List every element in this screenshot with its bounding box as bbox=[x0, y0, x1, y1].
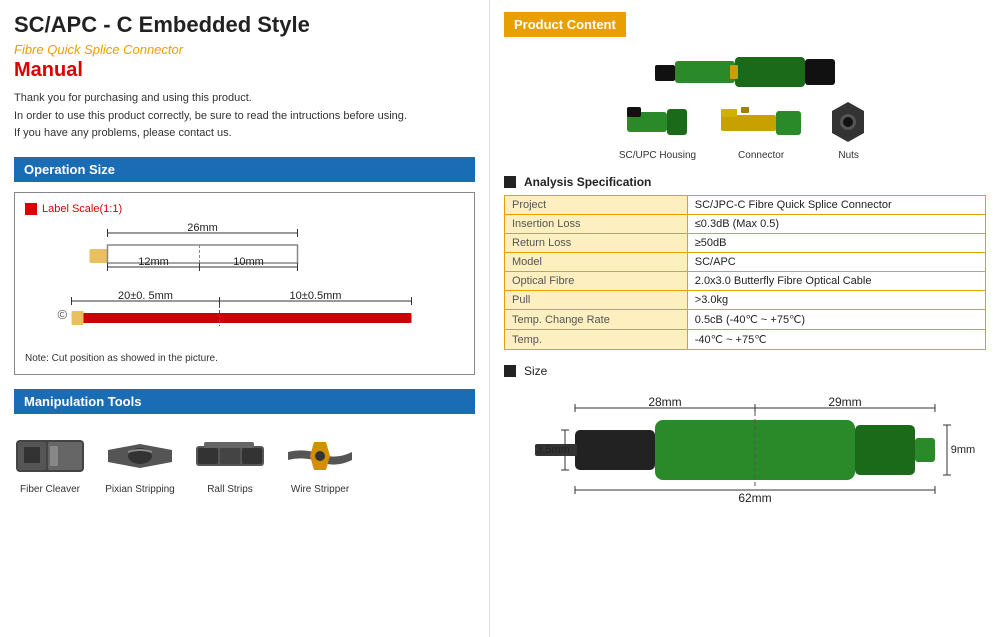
svg-text:12mm: 12mm bbox=[138, 256, 169, 268]
spec-row-4: Optical Fibre 2.0x3.0 Butterfly Fibre Op… bbox=[505, 272, 986, 291]
dim-bottom-diagram: © 20±0. 5mm 10±0.5mm bbox=[35, 289, 454, 347]
size-diagram: 28mm 29mm 3.5mm 9mm bbox=[504, 390, 986, 510]
part-item-housing: SC/UPC Housing bbox=[619, 97, 696, 161]
svg-text:20±0. 5mm: 20±0. 5mm bbox=[118, 290, 173, 302]
fiber-cleaver-icon bbox=[14, 432, 86, 480]
intro-line-2: In order to use this product correctly, … bbox=[14, 110, 407, 122]
assembled-connector-image bbox=[645, 47, 845, 97]
spec-table: Project SC/JPC-C Fibre Quick Splice Conn… bbox=[504, 195, 986, 350]
housing-image bbox=[622, 97, 692, 147]
label-scale-row: Label Scale(1:1) bbox=[25, 203, 464, 215]
spec-key-5: Pull bbox=[505, 291, 688, 310]
label-scale-square bbox=[25, 203, 37, 215]
tool-item-cleaver: Fiber Cleaver bbox=[14, 432, 86, 495]
spec-key-2: Return Loss bbox=[505, 234, 688, 253]
nuts-image bbox=[826, 97, 871, 147]
spec-val-2: ≥50dB bbox=[687, 234, 985, 253]
intro-line-1: Thank you for purchasing and using this … bbox=[14, 92, 252, 104]
svg-text:26mm: 26mm bbox=[187, 222, 218, 234]
svg-text:62mm: 62mm bbox=[738, 491, 771, 505]
spec-key-6: Temp. Change Rate bbox=[505, 310, 688, 330]
spec-val-6: 0.5cB (-40℃ ~ +75℃) bbox=[687, 310, 985, 330]
manipulation-tools-header: Manipulation Tools bbox=[14, 389, 475, 414]
size-black-square bbox=[504, 365, 516, 377]
part-item-connector: Connector bbox=[716, 97, 806, 161]
size-header: Size bbox=[504, 364, 986, 378]
spec-row-5: Pull >3.0kg bbox=[505, 291, 986, 310]
svg-text:28mm: 28mm bbox=[648, 395, 681, 409]
parts-row: SC/UPC Housing Connector bbox=[619, 97, 871, 161]
size-label: Size bbox=[524, 364, 547, 378]
pixian-stripping-icon bbox=[104, 432, 176, 480]
analysis-black-square bbox=[504, 176, 516, 188]
wire-stripper-icon bbox=[284, 432, 356, 480]
part-label-housing: SC/UPC Housing bbox=[619, 150, 696, 161]
spec-key-3: Model bbox=[505, 253, 688, 272]
spec-val-1: ≤0.3dB (Max 0.5) bbox=[687, 215, 985, 234]
tools-row: Fiber Cleaver Pixian Stripping bbox=[14, 432, 475, 495]
part-label-nuts: Nuts bbox=[838, 150, 859, 161]
svg-text:10mm: 10mm bbox=[233, 256, 264, 268]
main-title: SC/APC - C Embedded Style bbox=[14, 12, 475, 38]
part-label-connector: Connector bbox=[738, 150, 784, 161]
analysis-header: Analysis Specification bbox=[504, 175, 986, 189]
spec-val-7: -40℃ ~ +75℃ bbox=[687, 330, 985, 350]
product-images: SC/UPC Housing Connector bbox=[504, 47, 986, 165]
spec-row-6: Temp. Change Rate 0.5cB (-40℃ ~ +75℃) bbox=[505, 310, 986, 330]
svg-text:10±0.5mm: 10±0.5mm bbox=[290, 290, 342, 302]
spec-key-4: Optical Fibre bbox=[505, 272, 688, 291]
product-content-header: Product Content bbox=[504, 12, 626, 37]
spec-row-7: Temp. -40℃ ~ +75℃ bbox=[505, 330, 986, 350]
spec-key-0: Project bbox=[505, 196, 688, 215]
spec-key-1: Insertion Loss bbox=[505, 215, 688, 234]
rall-strips-icon bbox=[194, 432, 266, 480]
tool-item-stripping: Pixian Stripping bbox=[104, 432, 176, 495]
spec-row-0: Project SC/JPC-C Fibre Quick Splice Conn… bbox=[505, 196, 986, 215]
part-item-nuts: Nuts bbox=[826, 97, 871, 161]
svg-text:9mm: 9mm bbox=[951, 444, 975, 456]
svg-text:©: © bbox=[58, 307, 68, 322]
spec-val-5: >3.0kg bbox=[687, 291, 985, 310]
tool-label-rall: Rall Strips bbox=[207, 484, 253, 495]
tool-item-stripper: Wire Stripper bbox=[284, 432, 356, 495]
operation-box: Label Scale(1:1) 26mm 12mm bbox=[14, 192, 475, 375]
note-text: Note: Cut position as showed in the pict… bbox=[25, 353, 464, 364]
svg-text:29mm: 29mm bbox=[828, 395, 861, 409]
dim-top-diagram: 26mm 12mm 10mm bbox=[55, 221, 444, 281]
subtitle-manual: Manual bbox=[14, 59, 475, 82]
tool-label-stripping: Pixian Stripping bbox=[105, 484, 174, 495]
analysis-section: Analysis Specification Project SC/JPC-C … bbox=[504, 175, 986, 350]
connector-image bbox=[716, 97, 806, 147]
svg-text:3.5mm: 3.5mm bbox=[536, 444, 570, 456]
operation-size-header: Operation Size bbox=[14, 157, 475, 182]
spec-key-7: Temp. bbox=[505, 330, 688, 350]
tool-item-rall: Rall Strips bbox=[194, 432, 266, 495]
spec-row-2: Return Loss ≥50dB bbox=[505, 234, 986, 253]
subtitle-italic: Fibre Quick Splice Connector bbox=[14, 42, 475, 57]
spec-row-3: Model SC/APC bbox=[505, 253, 986, 272]
intro-line-3: If you have any problems, please contact… bbox=[14, 127, 232, 139]
spec-val-3: SC/APC bbox=[687, 253, 985, 272]
analysis-label: Analysis Specification bbox=[524, 175, 651, 189]
spec-val-4: 2.0x3.0 Butterfly Fibre Optical Cable bbox=[687, 272, 985, 291]
size-section: Size 28mm 29mm bbox=[504, 364, 986, 513]
spec-val-0: SC/JPC-C Fibre Quick Splice Connector bbox=[687, 196, 985, 215]
spec-row-1: Insertion Loss ≤0.3dB (Max 0.5) bbox=[505, 215, 986, 234]
label-scale-text: Label Scale(1:1) bbox=[42, 203, 122, 215]
tool-label-stripper: Wire Stripper bbox=[291, 484, 349, 495]
tool-label-cleaver: Fiber Cleaver bbox=[20, 484, 80, 495]
intro-text: Thank you for purchasing and using this … bbox=[14, 90, 475, 143]
